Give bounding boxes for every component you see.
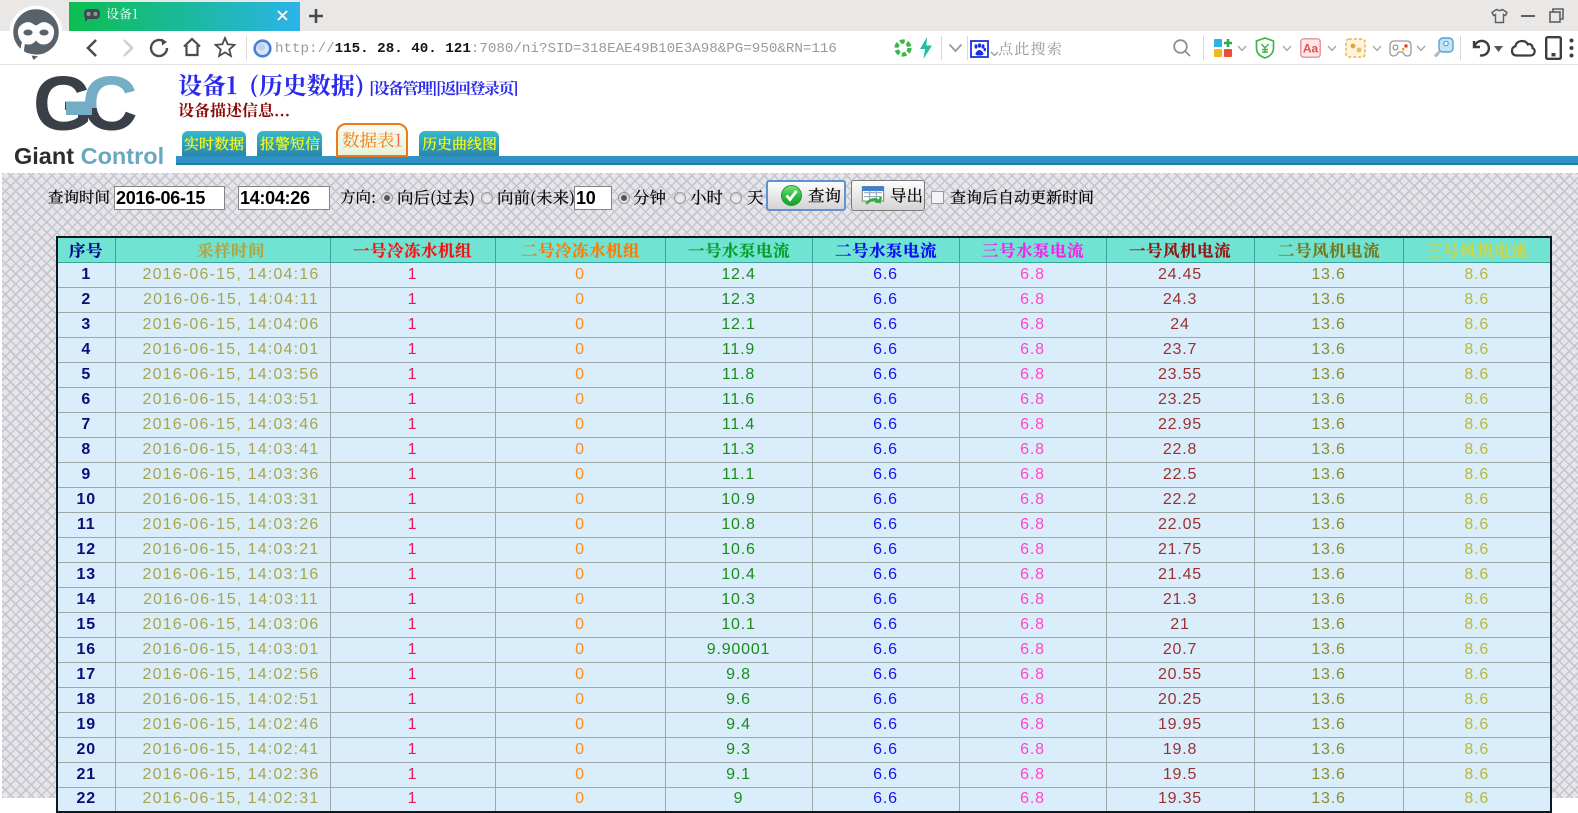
svg-text:Aa: Aa — [1303, 42, 1319, 56]
